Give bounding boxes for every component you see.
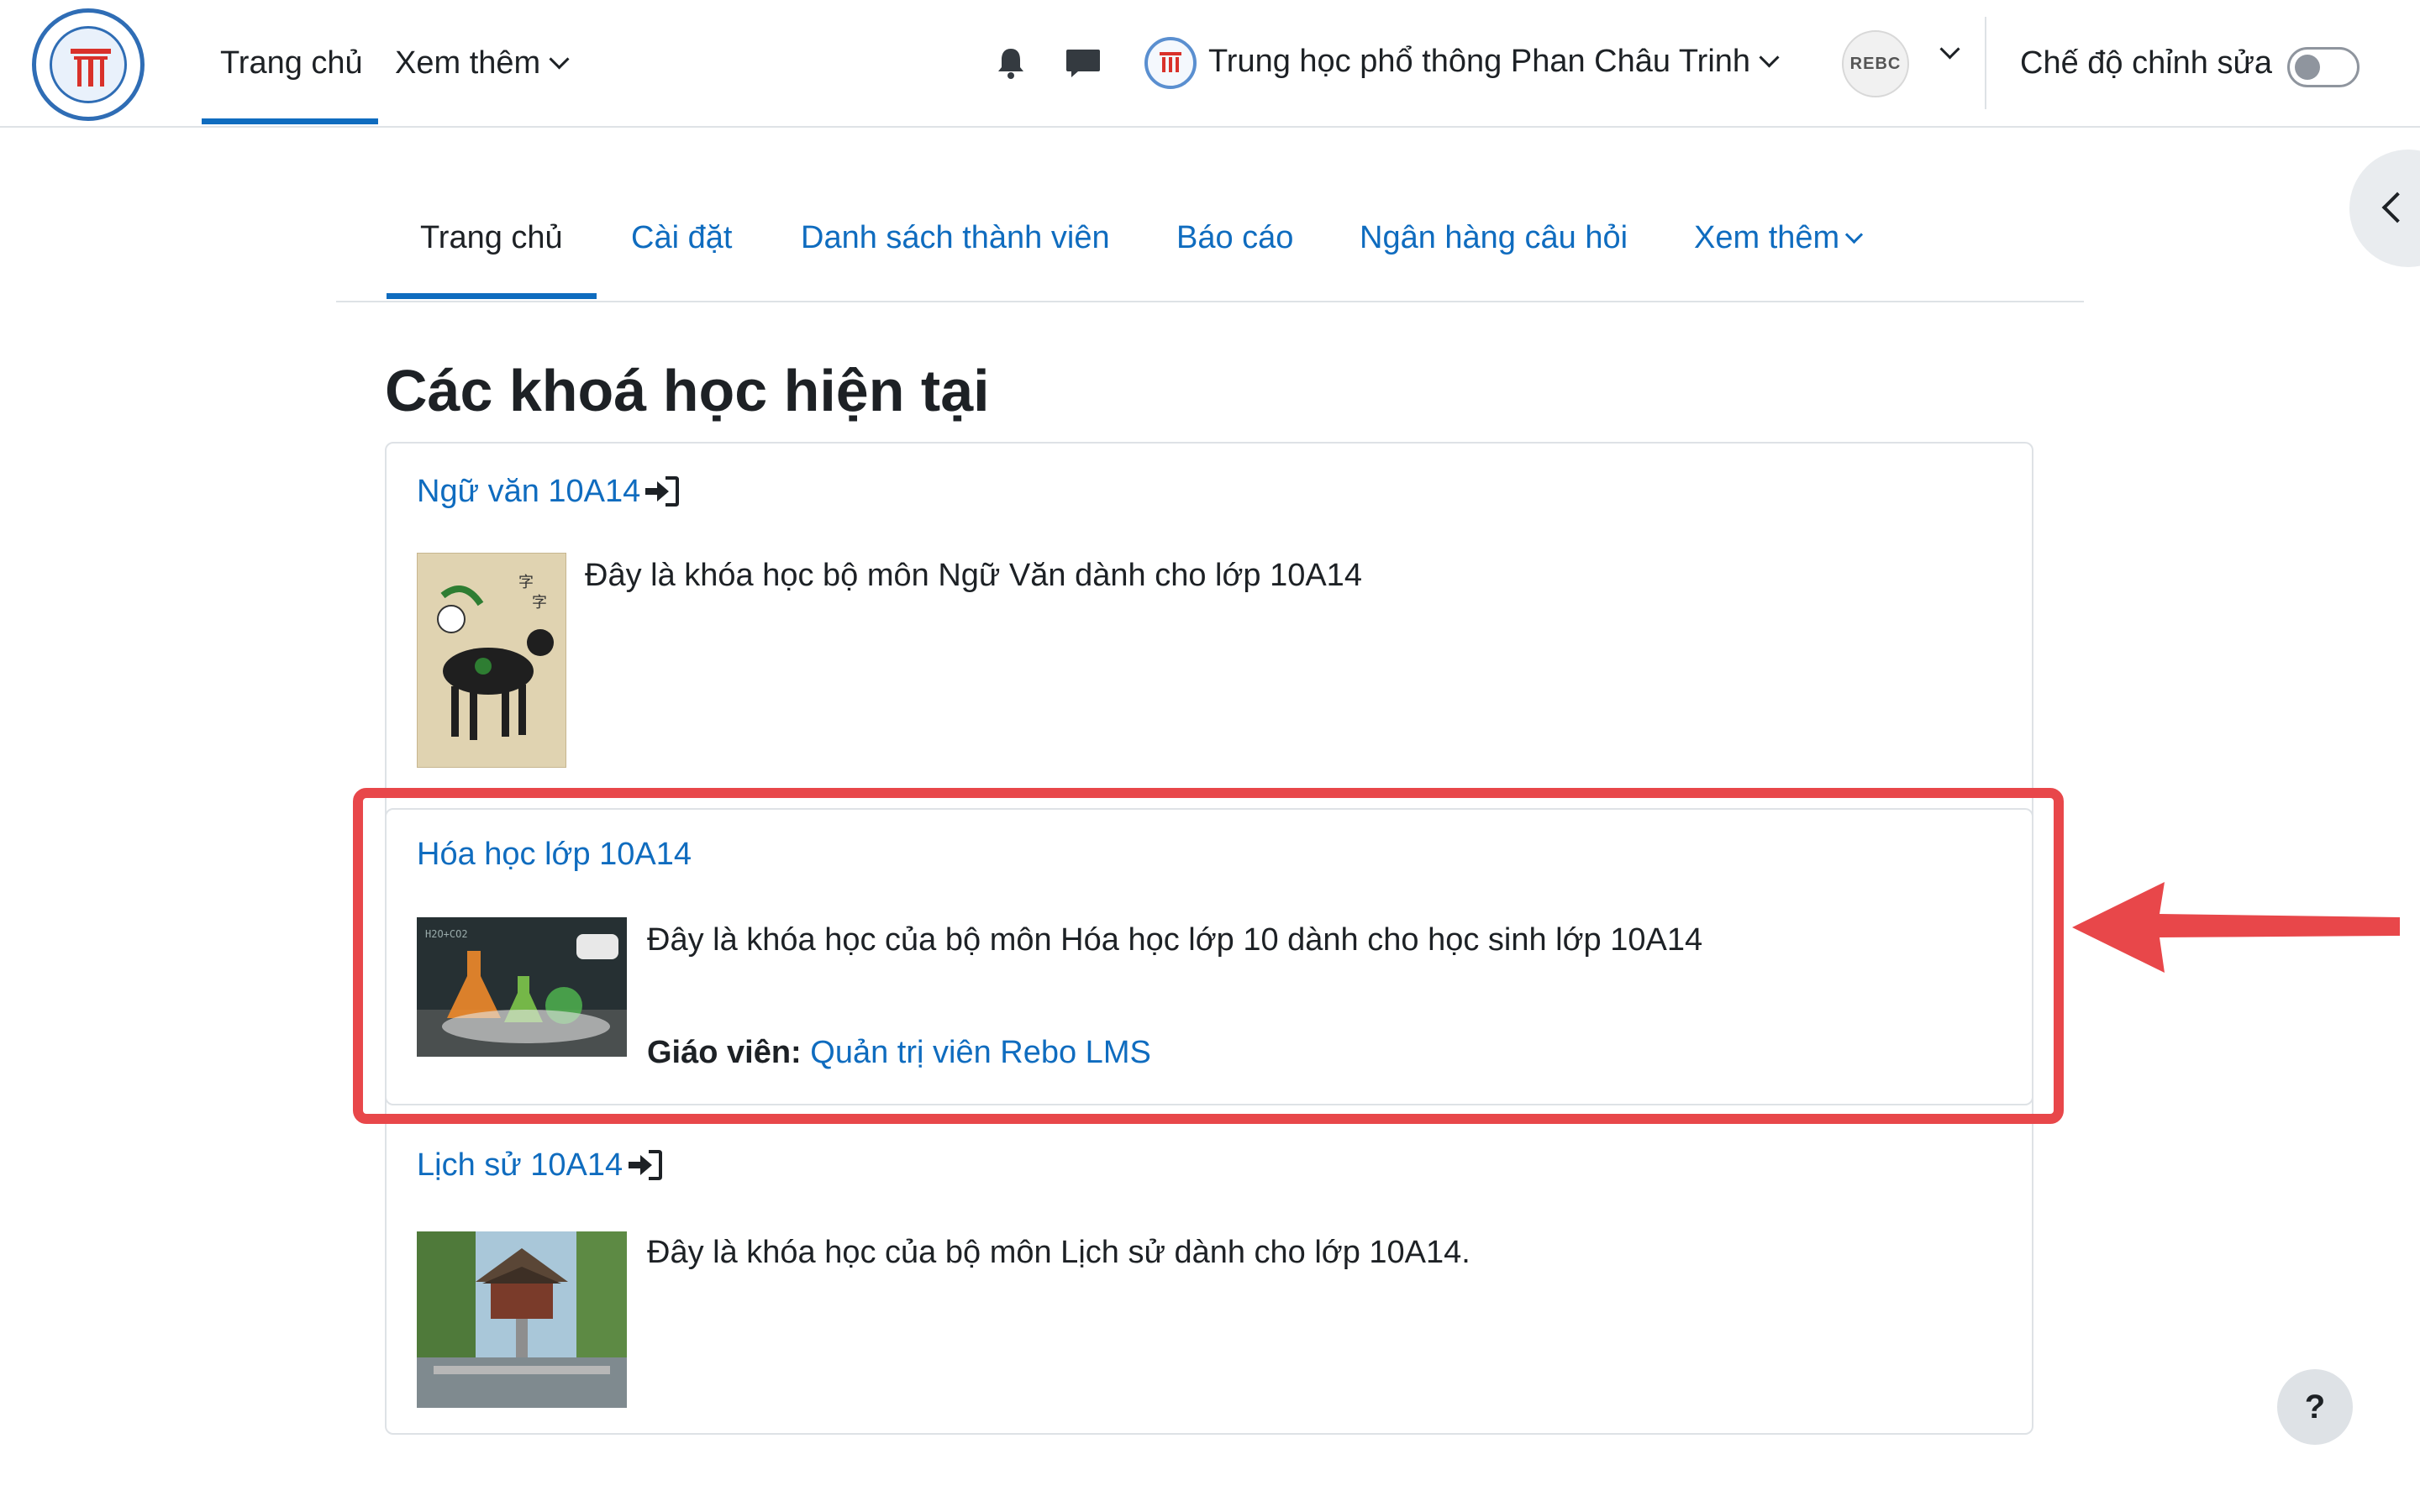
open-drawer-button[interactable] — [2349, 150, 2420, 267]
tab-reports[interactable]: Báo cáo — [1176, 217, 1293, 259]
school-name-label: Trung học phổ thông Phan Châu Trinh — [1208, 44, 1751, 79]
course-summary: Đây là khóa học bộ môn Ngữ Văn dành cho … — [585, 558, 1362, 593]
tab-participants[interactable]: Danh sách thành viên — [801, 217, 1110, 259]
self-enrol-icon — [645, 476, 679, 507]
logo-emblem — [50, 26, 127, 103]
top-navbar: Trang chủ Xem thêm Trung học phổ thông P… — [0, 0, 2420, 128]
page-title: Các khoá học hiện tại — [385, 358, 990, 423]
user-avatar[interactable]: REBC — [1842, 30, 1909, 97]
nav-home-active-indicator — [202, 118, 378, 124]
annotation-arrow-icon — [2072, 882, 2400, 973]
course-image-pagoda — [417, 1231, 627, 1408]
course-item: Lịch sử 10A14 Đây là khóa học của bộ môn… — [387, 1122, 2032, 1433]
chevron-down-icon — [549, 49, 570, 70]
gate-icon — [71, 49, 111, 87]
svg-text:字: 字 — [518, 574, 534, 591]
gate-icon — [1160, 52, 1181, 72]
toggle-knob — [2295, 55, 2320, 80]
tab-question-bank[interactable]: Ngân hàng câu hỏi — [1360, 217, 1628, 259]
chevron-down-icon — [1759, 47, 1780, 68]
bell-icon[interactable] — [992, 44, 1030, 82]
tab-home-active-indicator — [387, 293, 597, 299]
course-link-literature[interactable]: Ngữ văn 10A14 — [417, 470, 640, 512]
user-menu-toggle[interactable] — [1931, 39, 1960, 67]
chevron-left-icon — [2381, 192, 2413, 223]
tab-settings[interactable]: Cài đặt — [631, 217, 732, 259]
edit-mode-toggle[interactable] — [2287, 47, 2360, 87]
course-item: Ngữ văn 10A14 字 字 Đây là khóa học bộ môn… — [387, 444, 2032, 768]
course-secondary-nav: Trang chủ Cài đặt Danh sách thành viên B… — [336, 202, 2084, 302]
school-avatar[interactable] — [1144, 37, 1197, 89]
tab-home[interactable]: Trang chủ — [420, 217, 563, 259]
nav-more-menu[interactable]: Xem thêm — [395, 42, 570, 84]
nav-more-label: Xem thêm — [395, 45, 541, 81]
chevron-down-icon — [1939, 39, 1960, 60]
one-pillar-pagoda-icon — [417, 1231, 627, 1408]
tab-more[interactable]: Xem thêm — [1694, 217, 1864, 259]
nav-home[interactable]: Trang chủ — [220, 42, 363, 84]
chevron-down-icon — [1845, 225, 1864, 244]
course-image-buffalo-painting: 字 字 — [417, 553, 566, 768]
help-button[interactable]: ? — [2277, 1369, 2353, 1445]
course-summary: Đây là khóa học của bộ môn Lịch sử dành … — [647, 1235, 1470, 1270]
svg-text:字: 字 — [532, 594, 547, 612]
edit-mode-label: Chế độ chỉnh sửa — [2020, 45, 2273, 81]
school-switcher[interactable]: Trung học phổ thông Phan Châu Trinh — [1208, 40, 1780, 82]
school-logo[interactable] — [32, 8, 145, 121]
message-icon[interactable] — [1064, 44, 1102, 82]
annotation-highlight-box — [353, 788, 2064, 1124]
tab-more-label: Xem thêm — [1694, 220, 1840, 255]
course-link-history[interactable]: Lịch sử 10A14 — [417, 1144, 623, 1186]
navbar-divider — [1985, 17, 1986, 109]
buffalo-painting-icon: 字 字 — [418, 554, 566, 767]
self-enrol-icon — [629, 1150, 662, 1180]
